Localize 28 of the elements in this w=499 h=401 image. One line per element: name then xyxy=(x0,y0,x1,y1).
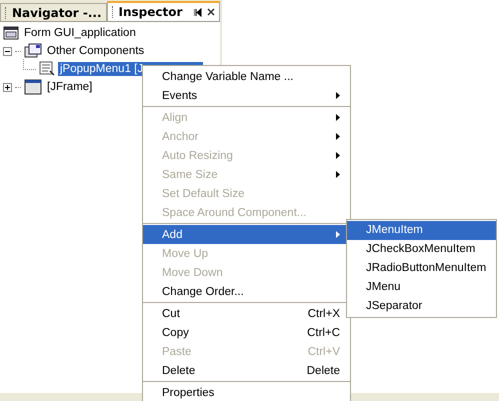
minimize-icon[interactable] xyxy=(194,8,203,16)
tree-node[interactable]: Other Components xyxy=(45,44,146,58)
shortcut-label: Ctrl+X xyxy=(308,308,340,320)
menu-item[interactable]: Properties xyxy=(143,383,350,401)
menu-item[interactable]: Change Order... xyxy=(143,282,350,301)
shortcut-label: Delete xyxy=(306,364,340,376)
form-icon xyxy=(3,26,19,40)
collapse-icon[interactable] xyxy=(3,46,12,56)
menu-icon xyxy=(39,61,55,77)
close-icon[interactable] xyxy=(207,8,215,16)
menu-item[interactable]: JCheckBoxMenuItem xyxy=(347,240,496,259)
menu-item[interactable]: Events xyxy=(143,86,350,105)
menu-item[interactable]: JSeparator xyxy=(347,297,496,316)
menu-item[interactable]: JMenu xyxy=(347,278,496,297)
panel-tab[interactable]: Navigator -... xyxy=(0,3,106,21)
tree-node[interactable]: Form GUI_application xyxy=(22,26,138,40)
menu-item[interactable]: JMenuItem xyxy=(347,221,496,240)
tree-node[interactable]: [JFrame] xyxy=(45,80,94,94)
menu-item[interactable]: JRadioButtonMenuItem xyxy=(347,259,496,278)
panel-tab[interactable]: Inspector xyxy=(106,1,220,21)
expand-icon[interactable] xyxy=(3,82,12,92)
menu-item[interactable]: Delete Delete xyxy=(143,361,350,380)
menu-item[interactable]: Cut Ctrl+X xyxy=(143,304,350,323)
frame-icon xyxy=(24,79,42,95)
shortcut-label: Ctrl+V xyxy=(308,346,340,358)
shortcut-label: Ctrl+C xyxy=(307,326,340,338)
menu-item[interactable]: Copy Ctrl+C xyxy=(143,323,350,342)
components-icon xyxy=(24,43,42,59)
